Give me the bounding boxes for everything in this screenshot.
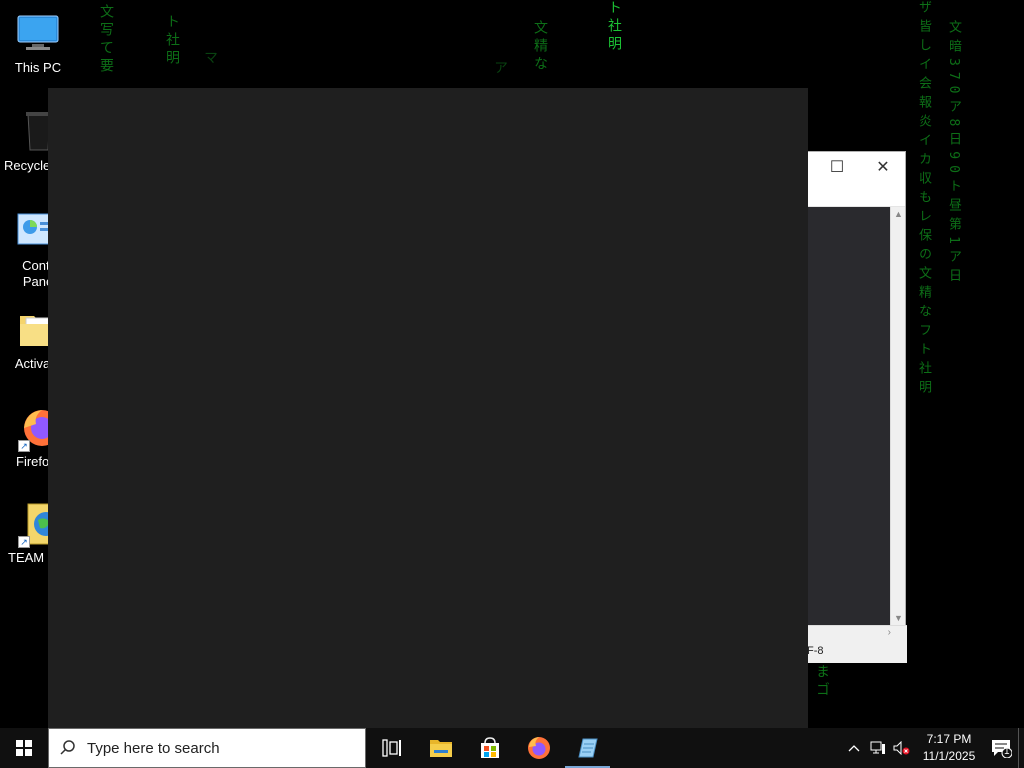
scroll-right-icon[interactable]: ›: [888, 627, 891, 638]
matrix-text: ザ皆しイ会報炎イカ収もレ保の文精なフト社明: [916, 0, 931, 399]
microsoft-store-button[interactable]: [465, 728, 514, 768]
desktop-icon-label: This PC: [14, 60, 62, 75]
notification-count-badge: 1: [1004, 746, 1010, 757]
network-icon: [870, 741, 885, 754]
system-tray: 7:17 PM 11/1/2025 1: [842, 728, 1024, 768]
volume-button[interactable]: [890, 728, 914, 768]
status-bar: F-8: [807, 641, 907, 663]
matrix-text: ト社明: [164, 14, 180, 68]
windows-logo-icon: [16, 740, 32, 756]
matrix-text: ト社明: [606, 0, 622, 54]
horizontal-scrollbar[interactable]: ›: [807, 625, 907, 641]
shortcut-arrow-icon: ↗: [18, 536, 30, 548]
notepad-window[interactable]: ☐ ✕ ▲ ▼ › F-8: [806, 151, 907, 663]
file-explorer-button[interactable]: [416, 728, 465, 768]
notepad-taskbar-button[interactable]: [563, 728, 612, 768]
show-desktop-button[interactable]: [1018, 728, 1024, 768]
desktop-icon-this-pc[interactable]: This PC: [0, 12, 76, 76]
firefox-taskbar-button[interactable]: [514, 728, 563, 768]
notepad-icon: [577, 738, 598, 758]
close-button[interactable]: ✕: [869, 158, 897, 178]
start-button[interactable]: [0, 728, 48, 768]
matrix-text: 文精な: [532, 20, 548, 74]
chevron-up-icon: [848, 745, 860, 752]
store-icon: [480, 737, 499, 758]
clock-time: 7:17 PM: [926, 732, 972, 746]
window-titlebar[interactable]: ☐ ✕: [807, 152, 905, 207]
matrix-text: 文写て要: [98, 4, 114, 76]
matrix-text: マ: [202, 50, 218, 68]
search-bar[interactable]: [48, 728, 366, 768]
folder-icon: [429, 740, 452, 757]
network-button[interactable]: [866, 728, 890, 768]
volume-muted-icon: [893, 741, 910, 755]
task-view-icon: [381, 739, 401, 757]
vertical-scrollbar[interactable]: ▲ ▼: [890, 207, 905, 625]
action-center-button[interactable]: 1: [984, 728, 1018, 768]
blank-window[interactable]: [48, 88, 808, 728]
search-input[interactable]: [87, 739, 357, 757]
taskbar: 7:17 PM 11/1/2025 1: [0, 728, 1024, 768]
text-editor-area[interactable]: [807, 207, 891, 625]
firefox-icon: [527, 737, 550, 759]
clock-date: 11/1/2025: [922, 749, 976, 763]
scroll-down-icon[interactable]: ▼: [891, 611, 906, 625]
shortcut-arrow-icon: ↗: [18, 440, 30, 452]
matrix-text: ア: [492, 60, 508, 78]
encoding-label: F-8: [807, 645, 824, 657]
maximize-button[interactable]: ☐: [823, 158, 851, 178]
task-view-button[interactable]: [367, 728, 416, 768]
computer-icon: [16, 12, 60, 56]
matrix-text: 文暗370ア8日90ト昼第1ア日: [946, 20, 961, 288]
matrix-text: まゴ: [814, 664, 830, 700]
search-icon: [59, 739, 77, 757]
show-hidden-icons-button[interactable]: [842, 728, 866, 768]
clock[interactable]: 7:17 PM 11/1/2025: [914, 731, 984, 765]
scroll-up-icon[interactable]: ▲: [891, 207, 906, 221]
